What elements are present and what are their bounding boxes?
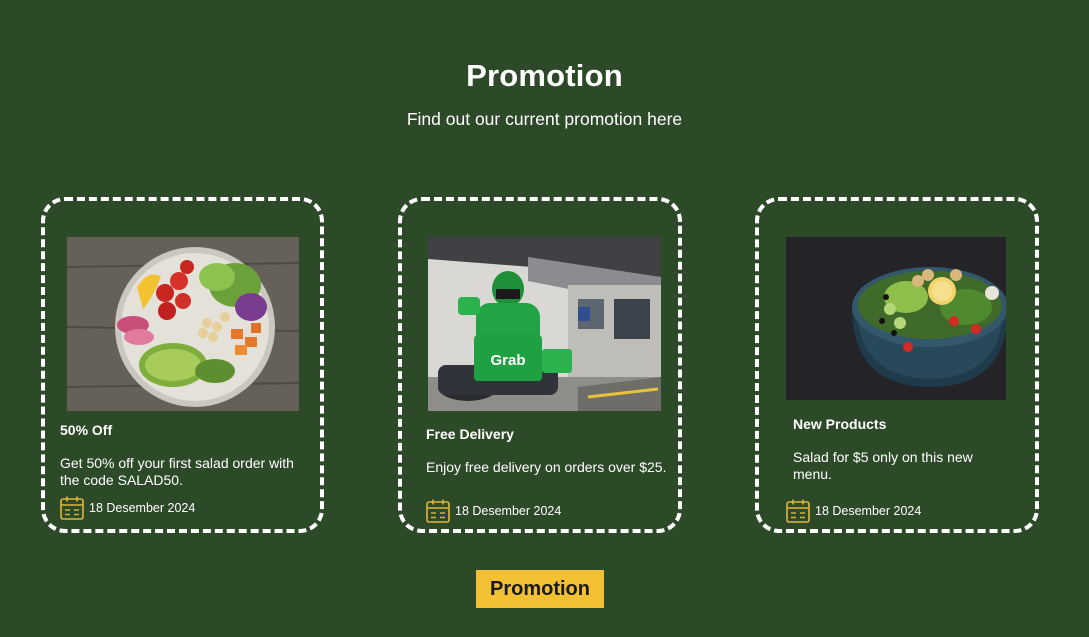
card-title: 50% Off [60,422,113,438]
card-date: 18 Desember 2024 [785,498,921,524]
promo-card-new-products[interactable]: New Products Salad for $5 only on this n… [755,197,1039,533]
card-date-text: 18 Desember 2024 [815,504,922,518]
promo-card-free-delivery[interactable]: Grab Free Delivery Enjoy free delivery o… [398,197,682,533]
card-title: New Products [793,416,887,432]
promo-card-50-off[interactable]: 50% Off Get 50% off your first salad ord… [41,197,324,533]
card-date: 18 Desember 2024 [59,495,195,521]
calendar-icon [425,498,451,524]
page-subtitle: Find out our current promotion here [406,109,683,129]
card-date: 18 Desember 2024 [425,498,561,524]
card-date-text: 18 Desember 2024 [455,504,562,518]
page-title: Promotion [466,58,623,93]
new-salad-bowl-image [786,237,1006,400]
card-date-text: 18 Desember 2024 [89,501,196,515]
promotion-button[interactable]: Promotion [476,570,604,608]
salad-bowl-image [67,237,299,411]
calendar-icon [785,498,811,524]
card-title: Free Delivery [426,426,514,442]
promotion-section: Promotion Find out our current promotion… [0,0,1089,637]
card-description: Salad for $5 only on this new menu. [793,449,973,482]
delivery-rider-image: Grab [428,237,661,411]
grab-logo-text: Grab [490,352,525,369]
calendar-icon [59,495,85,521]
card-description: Get 50% off your first salad order with … [60,455,294,488]
card-description: Enjoy free delivery on orders over $25. [426,459,667,475]
